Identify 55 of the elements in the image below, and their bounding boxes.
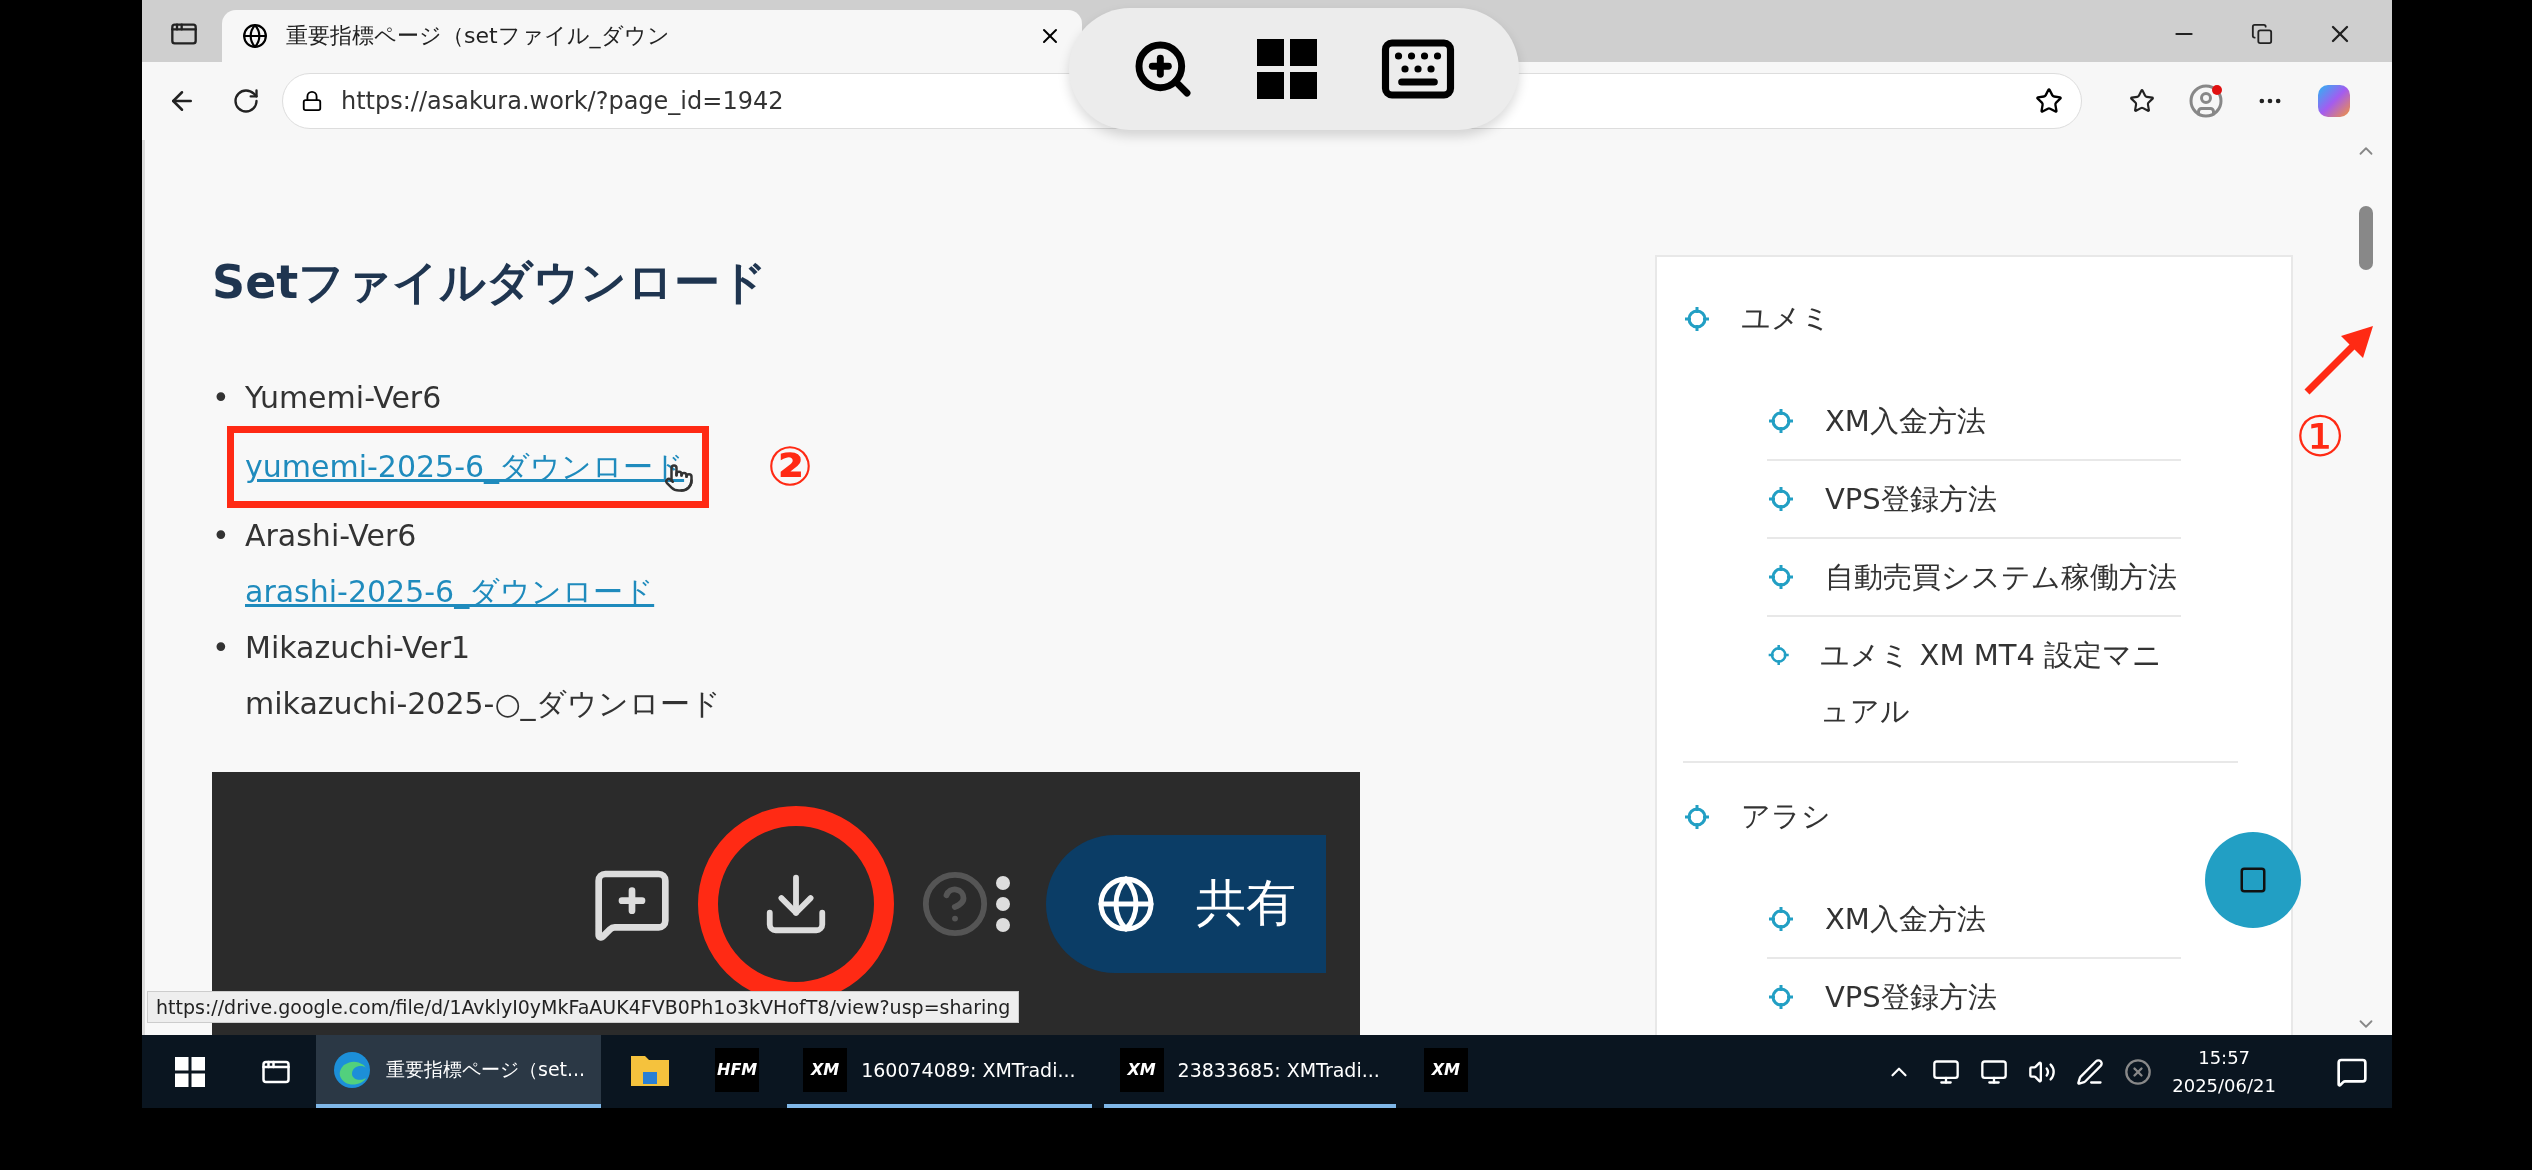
windows-icon[interactable] <box>175 1056 205 1087</box>
crosshair-icon <box>1683 803 1711 831</box>
taskbar-app[interactable]: XM 160074089: XMTradi... <box>787 1035 1092 1108</box>
sidebar-link[interactable]: ユメミ XM MT4 設定マニュアル <box>1820 627 2181 739</box>
bullet: • <box>212 517 231 555</box>
close-circle-icon[interactable] <box>2124 1057 2153 1086</box>
item-name: Arashi-Ver6 <box>245 517 418 555</box>
app-logo: XM <box>1119 1047 1164 1092</box>
page-heading: Setファイルダウンロード <box>212 254 769 311</box>
crosshair-icon <box>1767 407 1795 435</box>
globe-icon <box>1096 873 1156 934</box>
item-name: Yumemi-Ver6 <box>245 379 443 417</box>
download-link[interactable]: arashi-2025-6_ダウンロード <box>245 564 655 620</box>
sidebar-link[interactable]: VPS登録方法 <box>1825 471 1997 527</box>
download-link[interactable]: yumemi-2025-6_ダウンロード <box>245 439 685 495</box>
monitor-icon[interactable] <box>1932 1057 1961 1086</box>
crosshair-icon <box>1767 563 1795 591</box>
sidebar-link[interactable]: 自動売買システム稼働方法 <box>1825 549 2177 605</box>
tab-title: 重要指標ページ（setファイル_ダウン <box>286 22 671 51</box>
browser-tab[interactable]: 重要指標ページ（setファイル_ダウン <box>222 10 1082 62</box>
annotation-number: ② <box>767 439 813 495</box>
status-url: https://drive.google.com/file/d/1AvklyI0yMkFaAUK4FVB0Ph1o3kVHofT8/view?usp=sharing <box>147 991 1020 1023</box>
sidebar-link[interactable]: XM入金方法 <box>1825 891 1986 947</box>
more-icon <box>996 875 1010 932</box>
crosshair-icon <box>1767 485 1795 513</box>
app-logo: XM <box>1423 1047 1468 1092</box>
sidebar-link[interactable]: VPS登録方法 <box>1825 969 1997 1025</box>
file-name-text: mikazuchi-2025-○_ダウンロード <box>245 685 721 723</box>
bullet: • <box>212 629 231 667</box>
lock-icon <box>301 90 323 112</box>
globe-icon <box>242 23 268 49</box>
sidebar-link[interactable]: XM入金方法 <box>1825 393 1986 449</box>
crosshair-icon <box>1767 905 1795 933</box>
pen-icon[interactable] <box>2076 1057 2105 1086</box>
square-icon <box>2238 865 2268 895</box>
item-name: Mikazuchi-Ver1 <box>245 629 472 667</box>
scroll-thumb[interactable] <box>2359 206 2373 270</box>
annotation-arrow <box>2303 324 2375 396</box>
sidebar-section-link[interactable]: ユメミ <box>1741 299 1831 339</box>
clock[interactable]: 15:57 2025/06/21 <box>2172 1043 2276 1100</box>
taskbar-app[interactable]: XM <box>1407 1035 1484 1108</box>
star-icon[interactable] <box>2035 87 2063 115</box>
annotation-number: ① <box>2295 404 2346 469</box>
app-logo: XM <box>803 1047 848 1092</box>
taskbar-app[interactable]: 重要指標ページ（set... <box>316 1035 602 1108</box>
crosshair-icon <box>1767 983 1795 1011</box>
bullet: • <box>212 379 231 417</box>
taskbar-app[interactable]: HFM <box>699 1035 776 1108</box>
taskbar-app[interactable]: XM 23833685: XMTradi... <box>1103 1035 1396 1108</box>
app-logo: HFM <box>715 1047 760 1092</box>
url-text: https://asakura.work/?page_id=1942 <box>341 87 785 115</box>
windows-icon[interactable] <box>1257 39 1317 99</box>
sidebar-section-link[interactable]: アラシ <box>1741 797 1831 837</box>
edge-icon <box>332 1049 372 1090</box>
crosshair-icon <box>1683 305 1711 333</box>
